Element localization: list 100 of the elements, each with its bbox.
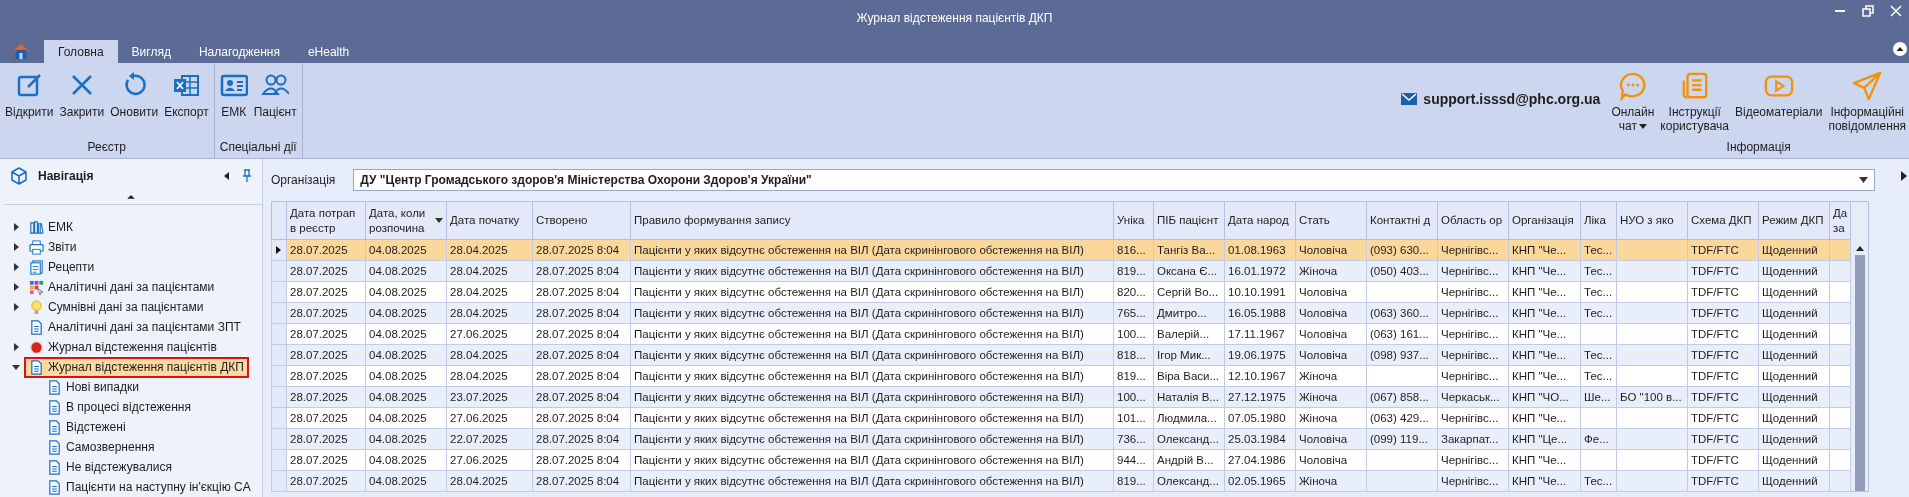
table-cell: Пацієнти у яких відсутнє обстеження на ВІЛ (Дата скринінгового обстеження на ВІЛ) <box>630 365 1114 387</box>
ribbon-tab[interactable]: Головна <box>44 40 118 63</box>
collapsed-arrow-icon[interactable] <box>12 283 20 291</box>
document-icon <box>47 419 62 435</box>
column-header[interactable]: Режим ДКП <box>1758 201 1830 240</box>
column-header[interactable]: Область ор <box>1437 201 1509 240</box>
table-cell: Пацієнти у яких відсутнє обстеження на ВІЛ (Дата скринінгового обстеження на ВІЛ) <box>630 428 1114 450</box>
restore-icon[interactable] <box>1861 4 1875 18</box>
window-title: Журнал відстеження пацієнтів ДКП <box>856 11 1053 25</box>
collapsed-arrow-icon[interactable] <box>12 343 20 351</box>
organization-dropdown[interactable]: ДУ "Центр Громадського здоров'я Міністерства Охорони Здоров'я України" <box>353 169 1875 191</box>
pin-icon[interactable] <box>242 169 252 184</box>
expand-right-icon[interactable] <box>1901 171 1907 181</box>
ribbon-button[interactable]: Закрити <box>56 69 108 140</box>
cube-icon <box>10 167 28 186</box>
ribbon-button[interactable]: Інформаційні повідомлення <box>1825 69 1909 140</box>
chart-icon <box>29 219 44 235</box>
document-icon <box>47 439 62 455</box>
column-header[interactable]: Правило формування запису <box>630 201 1114 240</box>
chat-bubble-icon <box>1617 71 1648 101</box>
caret-icon[interactable] <box>1859 177 1868 183</box>
collapsed-arrow-icon[interactable] <box>12 263 20 271</box>
nav-item[interactable]: Рецепти <box>24 256 100 278</box>
column-header[interactable]: Уніка <box>1113 201 1154 240</box>
mail-icon <box>1401 93 1418 105</box>
column-header[interactable]: Дата, коли розпочина <box>365 201 447 240</box>
group-label: Реєстр <box>86 140 128 156</box>
corner-cell <box>271 201 287 240</box>
document-icon <box>47 379 62 395</box>
collapse-ribbon-icon[interactable] <box>1893 42 1907 56</box>
ribbon-button[interactable]: Онлайн чат <box>1608 69 1658 140</box>
table-cell: Пацієнти у яких відсутнє обстеження на ВІЛ (Дата скринінгового обстеження на ВІЛ) <box>630 407 1114 429</box>
table-cell: Пацієнти у яких відсутнє обстеження на ВІЛ (Дата скринінгового обстеження на ВІЛ) <box>630 281 1114 303</box>
close-icon[interactable] <box>1889 4 1903 18</box>
column-header[interactable]: ПІБ пацієнт <box>1153 201 1225 240</box>
nav-item[interactable]: Самозвернення <box>42 436 160 458</box>
collapsed-arrow-icon[interactable] <box>12 303 20 311</box>
nav-item[interactable]: Звіти <box>24 236 82 258</box>
document-icon <box>47 479 62 495</box>
expanded-arrow-icon[interactable] <box>12 363 20 371</box>
home-icon[interactable] <box>12 43 30 59</box>
nav-item[interactable]: Не відстежувалися <box>42 456 177 478</box>
ribbon-tab[interactable]: Вигляд <box>117 40 185 63</box>
document-icon <box>29 359 44 375</box>
collapsed-arrow-icon[interactable] <box>12 243 20 251</box>
column-header[interactable]: Схема ДКП <box>1687 201 1759 240</box>
table-cell: Пацієнти у яких відсутнє обстеження на ВІЛ (Дата скринінгового обстеження на ВІЛ) <box>630 323 1114 345</box>
nav-item[interactable]: Журнал відстеження пацієнтів <box>24 336 222 358</box>
ribbon-button[interactable]: ЕМК <box>216 69 251 140</box>
column-header[interactable]: Да за <box>1829 201 1851 240</box>
nav-item[interactable]: Аналітичні дані за пацієнтами <box>24 276 220 298</box>
nav-item[interactable]: Пацієнти на наступну ін'єкцію CA <box>42 476 256 497</box>
group-label: Спеціальні дії <box>218 140 298 156</box>
table-cell: Пацієнти у яких відсутнє обстеження на ВІЛ (Дата скринінгового обстеження на ВІЛ) <box>630 449 1114 471</box>
column-header[interactable]: Дата початку <box>446 201 533 240</box>
column-header[interactable]: Дата потрап в реєстр <box>286 201 366 240</box>
ribbon-button[interactable]: Оновити <box>107 69 162 140</box>
nav-item[interactable]: Відстежені <box>42 416 131 438</box>
column-header[interactable]: Ліка <box>1580 201 1617 240</box>
ribbon-button[interactable]: Пацієнт <box>250 69 300 140</box>
column-header[interactable]: Дата народ <box>1224 201 1296 240</box>
record-icon <box>29 339 44 355</box>
column-header[interactable]: НУО з яко <box>1616 201 1688 240</box>
collapsed-arrow-icon[interactable] <box>12 223 20 231</box>
table-cell: Пацієнти у яких відсутнє обстеження на ВІЛ (Дата скринінгового обстеження на ВІЛ) <box>630 470 1114 492</box>
scroll-up-icon[interactable] <box>1855 246 1864 251</box>
documents-icon <box>29 259 44 275</box>
ribbon-tab[interactable]: Налагодження <box>184 40 294 63</box>
table-cell: Пацієнти у яких відсутнє обстеження на ВІЛ (Дата скринінгового обстеження на ВІЛ) <box>630 239 1114 261</box>
ribbon-button[interactable]: Відкрити <box>2 69 57 140</box>
caret-icon[interactable] <box>1638 124 1647 130</box>
document-icon <box>47 399 62 415</box>
nav-item[interactable]: Сумнівні дані за пацієнтами <box>24 296 209 318</box>
light-bulb-icon <box>29 299 44 315</box>
column-header[interactable]: Стать <box>1295 201 1367 240</box>
ribbon-button[interactable]: Відеоматеріали <box>1732 69 1826 140</box>
panel-title: Навігація <box>38 169 95 184</box>
ribbon-button[interactable]: Інструкції користувача <box>1657 69 1732 140</box>
column-header[interactable]: Організація <box>1508 201 1581 240</box>
column-header[interactable]: Контактні д <box>1366 201 1438 240</box>
table-cell: Пацієнти у яких відсутнє обстеження на ВІЛ (Дата скринінгового обстеження на ВІЛ) <box>630 386 1114 408</box>
nav-item[interactable]: ЕМК <box>24 216 78 238</box>
tiles-icon <box>29 279 44 295</box>
support-email: support.isssd@phc.org.ua <box>1423 91 1601 107</box>
scroll-up-icon[interactable] <box>126 194 136 200</box>
ribbon-tab[interactable]: eHealth <box>293 40 364 63</box>
table-cell: Пацієнти у яких відсутнє обстеження на ВІЛ (Дата скринінгового обстеження на ВІЛ) <box>630 344 1114 366</box>
scrollbar[interactable] <box>1851 201 1870 492</box>
paper-plane-icon <box>1852 71 1883 101</box>
field-label: Організація <box>271 173 336 187</box>
ribbon-button[interactable]: Експорт <box>161 69 212 140</box>
document-icon <box>29 319 44 335</box>
row-indicator[interactable] <box>271 239 287 261</box>
column-header[interactable]: Створено <box>532 201 631 240</box>
nav-item[interactable]: Журнал відстеження пацієнтів ДКП <box>24 356 249 378</box>
printer-icon <box>29 239 44 255</box>
nav-item[interactable]: Аналітичні дані за пацієнтами ЗПТ <box>24 316 246 338</box>
table-cell: Пацієнти у яких відсутнє обстеження на ВІЛ (Дата скринінгового обстеження на ВІЛ) <box>630 302 1114 324</box>
nav-item[interactable]: Нові випадки <box>42 376 144 398</box>
nav-item[interactable]: В процесі відстеження <box>42 396 196 418</box>
